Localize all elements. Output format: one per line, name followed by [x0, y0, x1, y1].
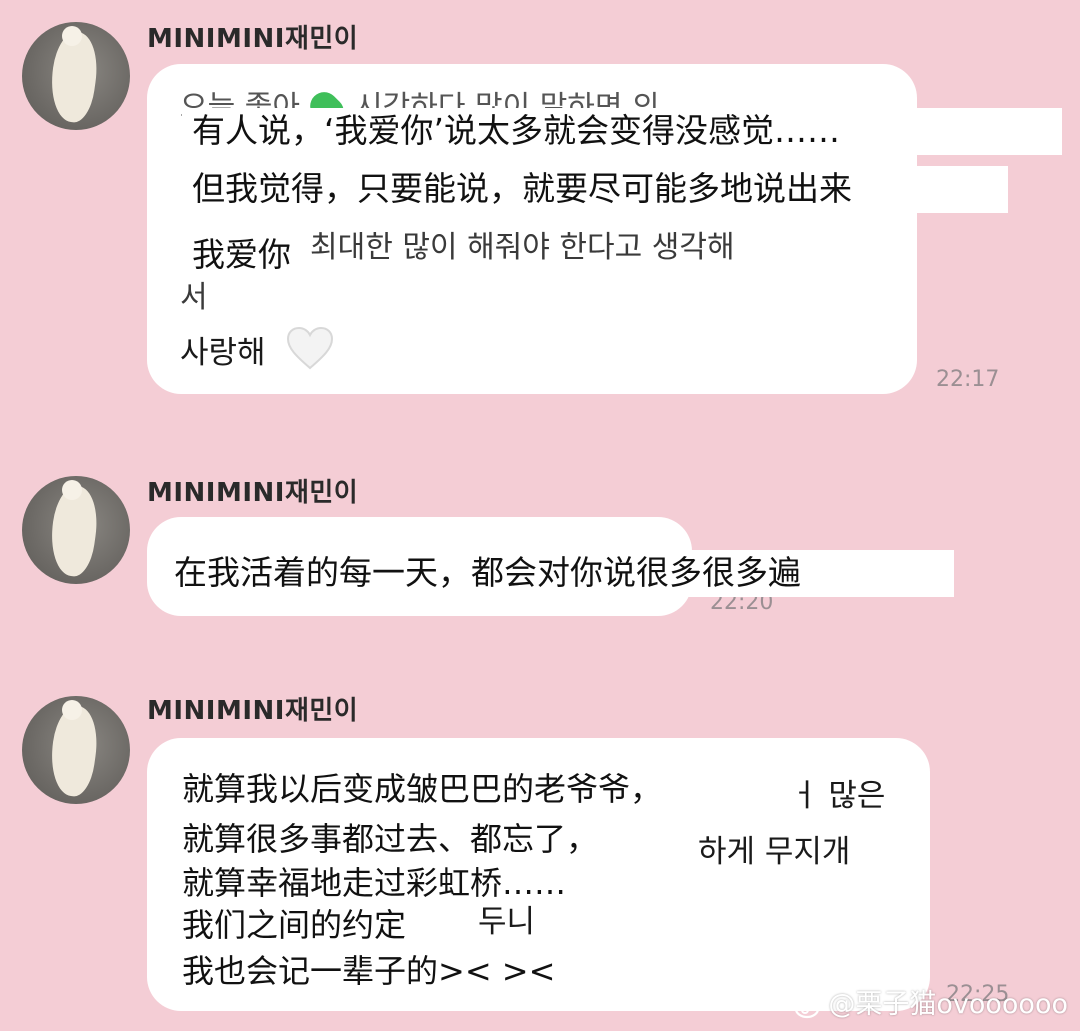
white-heart-icon: [286, 326, 334, 370]
korean-fragment: 두니: [478, 904, 536, 940]
sender-name: MINIMINI재민이: [147, 478, 359, 508]
message-line: 就算很多事都过去、都忘了，: [182, 820, 599, 858]
sender-name: MINIMINI재민이: [147, 696, 359, 726]
message-line: 就算我以后变成皱巴巴的老爷爷，: [182, 770, 663, 808]
sender-avatar[interactable]: [22, 696, 130, 804]
korean-fragment: 하게 무지개: [698, 834, 851, 870]
ghost-korean-text: 최대한 많이 해줘야 한다고 생각해: [310, 230, 735, 265]
sender-name: MINIMINI재민이: [147, 24, 359, 54]
translation-line: 有人说，‘我爱你’说太多就会变得没感觉……: [182, 108, 1062, 155]
watermark: @栗子猫ovoooooo: [794, 982, 1068, 1021]
sender-avatar[interactable]: [22, 476, 130, 584]
message-timestamp: 22:17: [936, 367, 1000, 392]
translation-line: 在我活着的每一天，都会对你说很多很多遍: [164, 550, 954, 597]
translation-line: 但我觉得，只要能说，就要尽可能多地说出来: [182, 166, 1008, 213]
message-line: 我也会记一辈子的>< ><: [182, 952, 556, 990]
message-line: 我们之间的约定: [182, 906, 407, 944]
ghost-korean-text: 서: [180, 280, 208, 315]
sender-avatar[interactable]: [22, 22, 130, 130]
weibo-icon: [795, 994, 824, 1018]
korean-message-text: 사랑해: [180, 335, 266, 371]
korean-fragment: ㅓ 많은: [790, 778, 886, 814]
